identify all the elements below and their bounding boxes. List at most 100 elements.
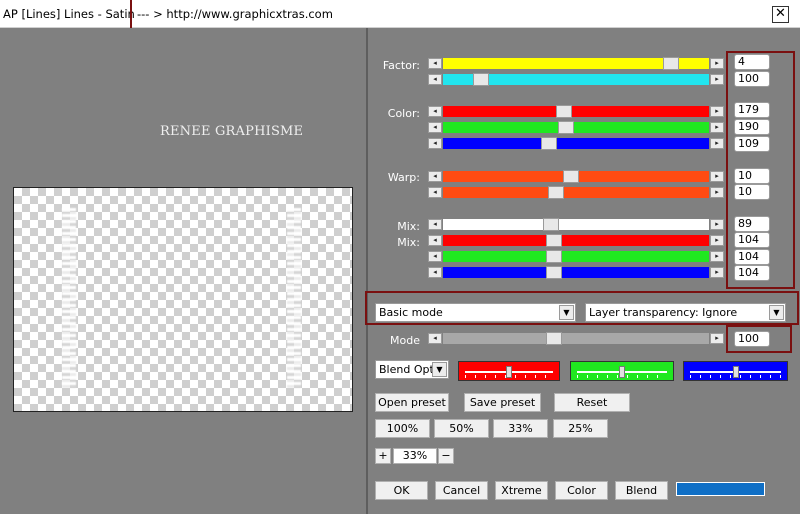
slider-thumb[interactable] xyxy=(543,218,559,231)
slider-thumb[interactable] xyxy=(546,234,562,247)
transparency-select[interactable]: Layer transparency: Ignore ▼ xyxy=(585,303,786,322)
slider-knob[interactable] xyxy=(506,366,512,378)
blend-button[interactable]: Blend xyxy=(615,481,668,500)
slider-track[interactable] xyxy=(443,332,709,345)
blend-blue-slider[interactable] xyxy=(683,361,788,381)
website-link[interactable]: --- > http://www.graphicxtras.com xyxy=(137,7,333,21)
chevron-left-icon[interactable]: ◂ xyxy=(428,122,442,133)
slider-thumb[interactable] xyxy=(563,170,579,183)
slider-thumb[interactable] xyxy=(546,266,562,279)
slider-track[interactable] xyxy=(443,266,709,279)
chevron-left-icon[interactable]: ◂ xyxy=(428,106,442,117)
chevron-right-icon[interactable]: ▸ xyxy=(710,267,724,278)
chevron-right-icon[interactable]: ▸ xyxy=(710,235,724,246)
satin-line-right xyxy=(287,208,301,388)
preview-panel: RENEE GRAPHISME xyxy=(0,28,366,514)
slider-track[interactable] xyxy=(443,137,709,150)
color-slider-green[interactable]: ◂ ▸ xyxy=(428,121,724,134)
slider-track[interactable] xyxy=(443,234,709,247)
mix-slider-green[interactable]: ◂ ▸ xyxy=(428,250,724,263)
slider-track[interactable] xyxy=(443,250,709,263)
slider-thumb[interactable] xyxy=(546,332,562,345)
slider-thumb[interactable] xyxy=(546,250,562,263)
mode-select[interactable]: Basic mode ▼ xyxy=(375,303,576,322)
slider-track[interactable] xyxy=(443,170,709,183)
slider-track[interactable] xyxy=(443,186,709,199)
slider-thumb[interactable] xyxy=(548,186,564,199)
color-slider-red[interactable]: ◂ ▸ xyxy=(428,105,724,118)
preview-canvas[interactable] xyxy=(13,187,353,412)
chevron-left-icon[interactable]: ◂ xyxy=(428,74,442,85)
chevron-right-icon[interactable]: ▸ xyxy=(710,187,724,198)
mix-slider-blue[interactable]: ◂ ▸ xyxy=(428,266,724,279)
factor-slider-1[interactable]: ◂ ▸ xyxy=(428,57,724,70)
chevron-left-icon[interactable]: ◂ xyxy=(428,138,442,149)
values-highlight-box xyxy=(726,51,795,289)
xtreme-button[interactable]: Xtreme xyxy=(495,481,548,500)
factor-slider-2[interactable]: ◂ ▸ xyxy=(428,73,724,86)
chevron-right-icon[interactable]: ▸ xyxy=(710,333,724,344)
slider-thumb[interactable] xyxy=(541,137,557,150)
mix-slider-white[interactable]: ◂ ▸ xyxy=(428,218,724,231)
warp-slider-1[interactable]: ◂ ▸ xyxy=(428,170,724,183)
color-label: Color: xyxy=(387,107,420,120)
chevron-left-icon[interactable]: ◂ xyxy=(428,267,442,278)
chevron-left-icon[interactable]: ◂ xyxy=(428,219,442,230)
chevron-left-icon[interactable]: ◂ xyxy=(428,187,442,198)
reset-button[interactable]: Reset xyxy=(554,393,630,412)
chevron-right-icon[interactable]: ▸ xyxy=(710,219,724,230)
mix-label-2: Mix: xyxy=(397,236,420,249)
open-preset-button[interactable]: Open preset xyxy=(375,393,449,412)
slider-thumb[interactable] xyxy=(663,57,679,70)
slider-thumb[interactable] xyxy=(558,121,574,134)
mode-slider[interactable]: ◂ ▸ xyxy=(428,332,724,345)
save-preset-button[interactable]: Save preset xyxy=(464,393,541,412)
slider-knob[interactable] xyxy=(619,366,625,378)
slider-thumb[interactable] xyxy=(473,73,489,86)
color-button[interactable]: Color xyxy=(555,481,608,500)
mode-value-highlight-box xyxy=(726,325,792,353)
blend-options-select[interactable]: Blend Optio ▼ xyxy=(375,360,449,379)
zoom-50-button[interactable]: 50% xyxy=(434,419,489,438)
chevron-right-icon[interactable]: ▸ xyxy=(710,138,724,149)
blend-red-slider[interactable] xyxy=(458,361,560,381)
ok-button[interactable]: OK xyxy=(375,481,428,500)
chevron-right-icon[interactable]: ▸ xyxy=(710,58,724,69)
chevron-right-icon[interactable]: ▸ xyxy=(710,106,724,117)
mode-select-value: Basic mode xyxy=(379,306,443,319)
slider-track[interactable] xyxy=(443,218,709,231)
color-slider-blue[interactable]: ◂ ▸ xyxy=(428,137,724,150)
chevron-down-icon[interactable]: ▼ xyxy=(769,305,784,320)
slider-knob[interactable] xyxy=(733,366,739,378)
chevron-right-icon[interactable]: ▸ xyxy=(710,122,724,133)
zoom-out-button[interactable]: − xyxy=(438,448,454,464)
chevron-right-icon[interactable]: ▸ xyxy=(710,171,724,182)
chevron-down-icon[interactable]: ▼ xyxy=(559,305,574,320)
chevron-right-icon[interactable]: ▸ xyxy=(710,251,724,262)
chevron-left-icon[interactable]: ◂ xyxy=(428,58,442,69)
blend-green-slider[interactable] xyxy=(570,361,674,381)
mix-slider-red[interactable]: ◂ ▸ xyxy=(428,234,724,247)
transparency-select-value: Layer transparency: Ignore xyxy=(589,306,738,319)
slider-track[interactable] xyxy=(443,57,709,70)
slider-track[interactable] xyxy=(443,121,709,134)
chevron-left-icon[interactable]: ◂ xyxy=(428,333,442,344)
zoom-value-field[interactable]: 33% xyxy=(393,448,437,464)
zoom-in-button[interactable]: + xyxy=(375,448,391,464)
zoom-25-button[interactable]: 25% xyxy=(553,419,608,438)
zoom-100-button[interactable]: 100% xyxy=(375,419,430,438)
blend-color-swatch[interactable] xyxy=(676,482,765,496)
chevron-down-icon[interactable]: ▼ xyxy=(432,362,447,377)
slider-thumb[interactable] xyxy=(556,105,572,118)
warp-slider-2[interactable]: ◂ ▸ xyxy=(428,186,724,199)
slider-track[interactable] xyxy=(443,73,709,86)
cancel-button[interactable]: Cancel xyxy=(435,481,488,500)
slider-track[interactable] xyxy=(443,105,709,118)
chevron-left-icon[interactable]: ◂ xyxy=(428,171,442,182)
chevron-left-icon[interactable]: ◂ xyxy=(428,235,442,246)
chevron-right-icon[interactable]: ▸ xyxy=(710,74,724,85)
watermark-text: RENEE GRAPHISME xyxy=(160,124,304,139)
zoom-33-button[interactable]: 33% xyxy=(493,419,548,438)
close-button[interactable]: ✕ xyxy=(772,6,789,23)
chevron-left-icon[interactable]: ◂ xyxy=(428,251,442,262)
